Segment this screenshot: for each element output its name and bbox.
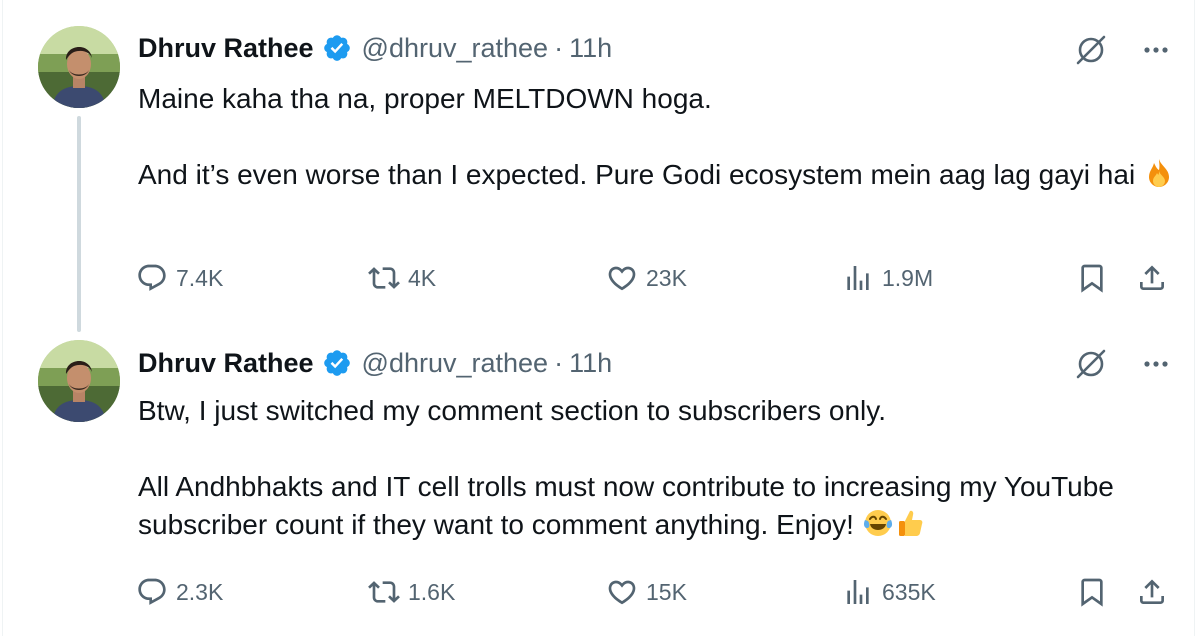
views-count: 635K (882, 578, 936, 605)
views-count: 1.9M (882, 264, 934, 291)
author-handle[interactable]: @dhruv_rathee (362, 33, 549, 64)
reply-icon (138, 578, 166, 605)
repost-button[interactable]: 1.6K (368, 574, 455, 610)
reply-button[interactable]: 7.4K (136, 260, 223, 296)
grok-icon[interactable] (1073, 32, 1143, 73)
reply-button[interactable]: 2.3K (136, 574, 223, 610)
author-name[interactable]: Dhruv Rathee (138, 348, 314, 379)
bookmark-icon (1081, 578, 1103, 607)
bookmark-button[interactable] (1076, 260, 1108, 296)
tweet-text-line: Btw, I just switched my comment section … (138, 395, 886, 426)
repost-button[interactable]: 4K (368, 260, 436, 296)
views-chart-icon (847, 580, 869, 604)
author-name[interactable]: Dhruv Rathee (138, 33, 314, 64)
tweet-actions-bar: 2.3K 1.6K 15K 635K (136, 574, 1176, 610)
reply-count: 7.4K (176, 264, 224, 291)
like-count: 23K (646, 264, 687, 291)
like-button[interactable]: 23K (606, 260, 687, 296)
tears-of-joy-emoji (862, 507, 894, 549)
more-options-icon[interactable] (1143, 351, 1169, 382)
share-icon (1140, 265, 1164, 290)
reply-count: 2.3K (176, 578, 224, 605)
views-button[interactable]: 635K (842, 574, 936, 610)
repost-icon (368, 581, 400, 603)
verified-badge-icon[interactable] (322, 33, 352, 63)
tweet-text: Btw, I just switched my comment section … (138, 392, 1178, 549)
like-count: 15K (646, 578, 687, 605)
repost-count: 4K (408, 264, 437, 291)
avatar[interactable] (38, 26, 120, 108)
author-handle[interactable]: @dhruv_rathee (362, 348, 549, 379)
like-button[interactable]: 15K (606, 574, 687, 610)
more-options-icon[interactable] (1143, 37, 1169, 68)
fire-emoji (1143, 157, 1175, 199)
tweet-top-actions (1073, 346, 1169, 387)
bookmark-icon (1081, 264, 1103, 293)
verified-badge-icon[interactable] (322, 348, 352, 378)
tweet-text: Maine kaha tha na, proper MELTDOWN hoga.… (138, 80, 1178, 199)
thumbs-up-emoji (894, 507, 926, 549)
heart-icon (608, 266, 636, 291)
tweet-text-segment: And it’s even worse than I expected. Pur… (138, 159, 1136, 190)
repost-count: 1.6K (408, 578, 456, 605)
timestamp[interactable]: 11h (569, 348, 612, 379)
grok-icon[interactable] (1073, 346, 1143, 387)
views-button[interactable]: 1.9M (842, 260, 933, 296)
bookmark-button[interactable] (1076, 574, 1108, 610)
views-chart-icon (847, 266, 869, 290)
separator-dot: · (554, 347, 564, 378)
repost-icon (368, 267, 400, 289)
tweet-header: Dhruv Rathee @dhruv_rathee · 11h (138, 30, 612, 66)
tweet-text-line: All Andhbhakts and IT cell trolls must n… (138, 468, 1138, 549)
tweet[interactable]: Dhruv Rathee @dhruv_rathee · 11h Maine k… (0, 0, 1197, 326)
share-icon (1140, 579, 1164, 604)
timestamp[interactable]: 11h (569, 33, 612, 64)
share-button[interactable] (1136, 574, 1168, 610)
tweet-top-actions (1073, 32, 1169, 73)
avatar[interactable] (38, 340, 120, 422)
tweet-actions-bar: 7.4K 4K 23K 1.9M (136, 260, 1176, 296)
tweet-text-segment: All Andhbhakts and IT cell trolls must n… (138, 471, 1114, 540)
tweet-header: Dhruv Rathee @dhruv_rathee · 11h (138, 345, 612, 381)
reply-icon (138, 264, 166, 291)
tweet-text-line: Maine kaha tha na, proper MELTDOWN hoga. (138, 83, 712, 114)
share-button[interactable] (1136, 260, 1168, 296)
separator-dot: · (554, 32, 564, 63)
heart-icon (608, 580, 636, 605)
tweet-text-line: And it’s even worse than I expected. Pur… (138, 156, 1178, 199)
